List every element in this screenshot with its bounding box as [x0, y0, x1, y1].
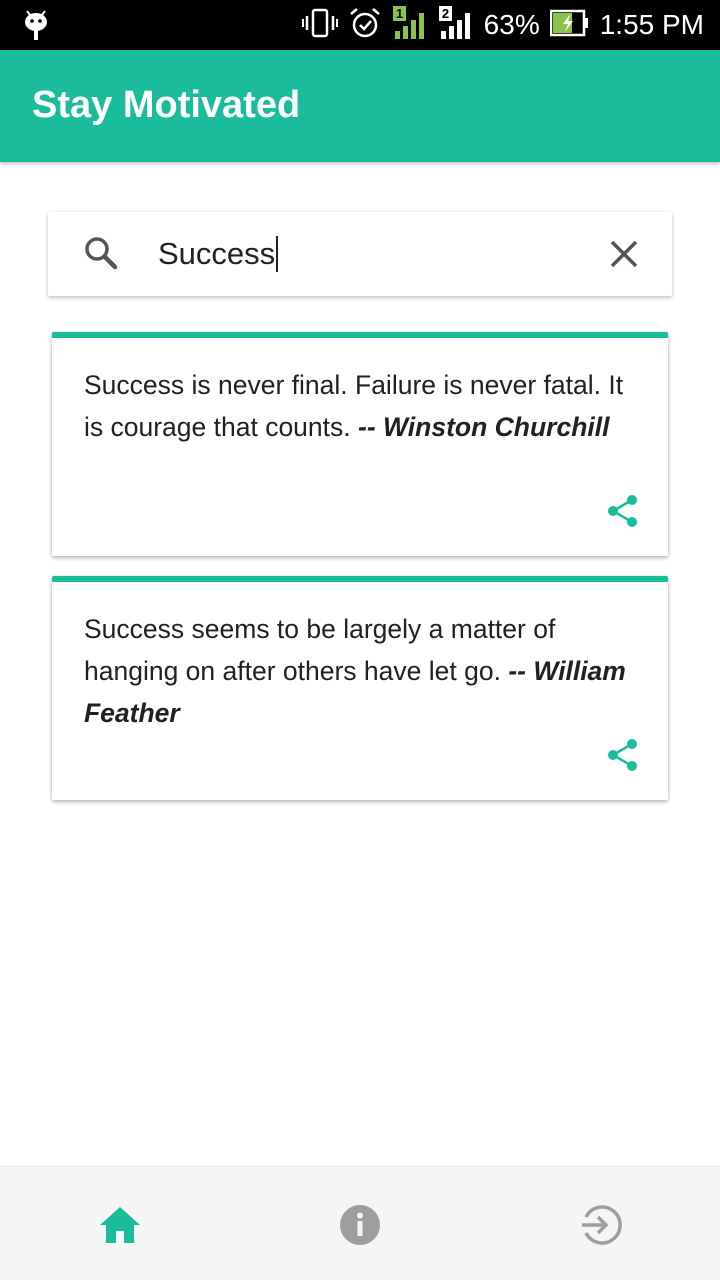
svg-text:1: 1 [396, 6, 403, 21]
quote-author: -- Winston Churchill [358, 412, 610, 442]
vibrate-icon [301, 7, 338, 44]
home-icon[interactable] [98, 1203, 142, 1247]
status-bar: 1 2 63% 1:55 PM [0, 0, 720, 50]
share-icon[interactable] [606, 738, 640, 772]
page-title: Stay Motivated [32, 84, 301, 126]
bottom-navigation [0, 1166, 720, 1280]
quote-text: Success is never final. Failure is never… [84, 364, 644, 448]
search-bar[interactable] [48, 212, 672, 296]
quote-card: Success is never final. Failure is never… [52, 332, 668, 556]
android-icon [22, 8, 50, 47]
info-icon[interactable] [338, 1203, 382, 1247]
quote-card: Success seems to be largely a matter of … [52, 576, 668, 800]
clock: 1:55 PM [599, 9, 704, 40]
alarm-icon [348, 6, 382, 45]
quote-text: Success seems to be largely a matter of … [84, 608, 644, 734]
close-icon[interactable] [604, 234, 644, 274]
signal-sim2-icon: 2 [438, 5, 474, 46]
app-bar: Stay Motivated [0, 50, 720, 162]
logout-icon[interactable] [578, 1203, 622, 1247]
svg-text:2: 2 [442, 6, 449, 21]
signal-sim1-icon: 1 [392, 5, 428, 46]
share-icon[interactable] [606, 494, 640, 528]
search-input-value: Success [158, 236, 276, 271]
search-input[interactable]: Success [158, 232, 279, 276]
battery-percent: 63% [483, 9, 540, 40]
quote-body: Success seems to be largely a matter of … [84, 614, 556, 686]
search-icon [82, 234, 122, 274]
battery-charging-icon [549, 9, 590, 42]
text-caret [276, 236, 279, 272]
